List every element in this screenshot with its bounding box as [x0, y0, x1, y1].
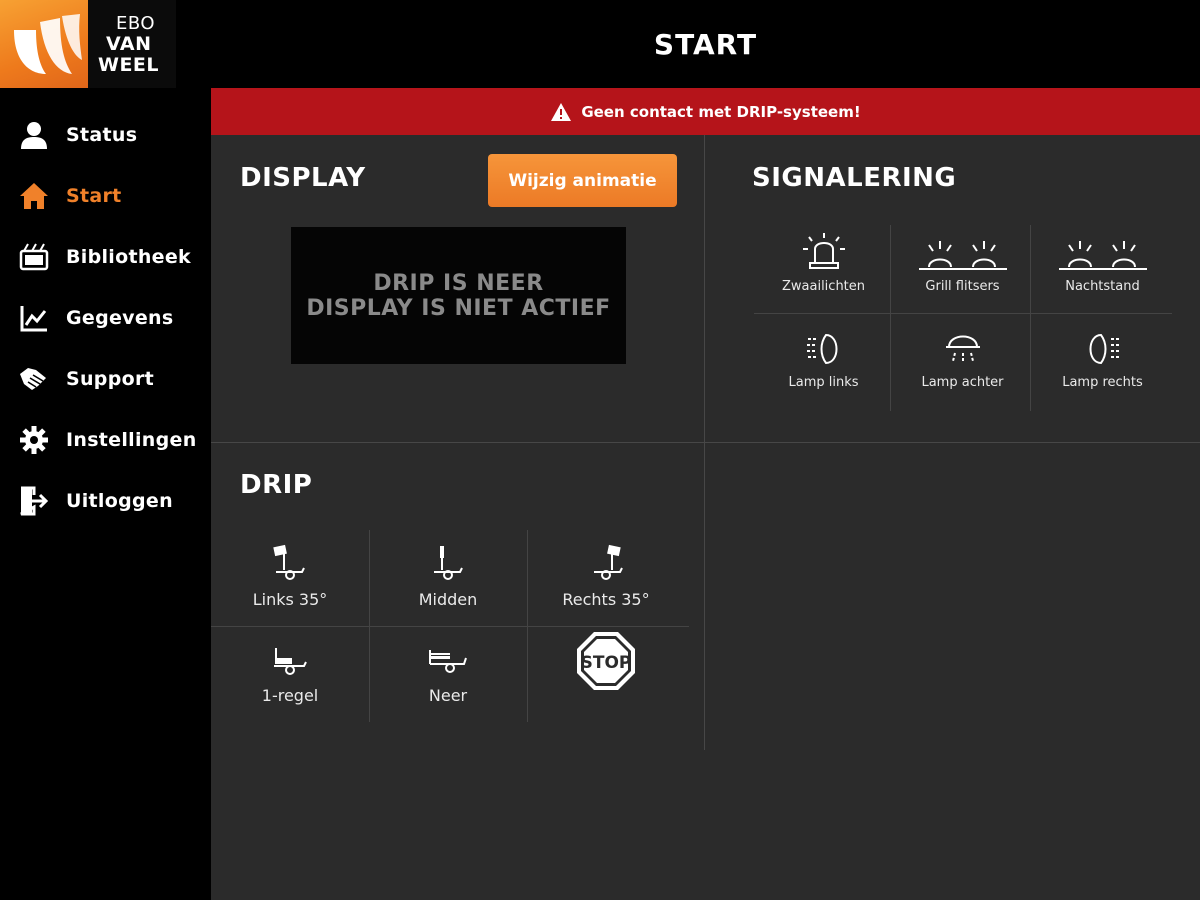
sidebar-item-label: Instellingen	[66, 428, 197, 451]
handshake-icon	[18, 363, 50, 395]
signal-label: Lamp links	[788, 375, 859, 390]
signal-grill-flitsers[interactable]: Grill flitsers	[893, 223, 1032, 316]
sidebar-item-bibliotheek[interactable]: Bibliotheek	[0, 226, 211, 287]
sidebar-item-label: Gegevens	[66, 306, 174, 329]
lamp-right-icon	[1083, 319, 1123, 367]
sidebar-item-instellingen[interactable]: Instellingen	[0, 409, 211, 470]
page-title: START	[653, 27, 758, 61]
sidebar-item-support[interactable]: Support	[0, 348, 211, 409]
drip-links-35[interactable]: Links 35°	[211, 530, 369, 626]
signal-label: Lamp achter	[921, 375, 1004, 390]
beacon-icon	[801, 223, 847, 271]
drip-left-icon	[270, 530, 310, 582]
night-mode-icon	[1057, 223, 1149, 271]
display-preview: DRIP IS NEER DISPLAY IS NIET ACTIEF	[291, 227, 626, 364]
warning-icon	[551, 102, 572, 121]
signal-label: Lamp rechts	[1062, 375, 1143, 390]
top-header: START	[211, 0, 1200, 88]
sidebar-nav: Status Start Bibliotheek Gegevens Suppor…	[0, 104, 211, 531]
signal-zwaailichten[interactable]: Zwaailichten	[754, 223, 893, 316]
drip-label: Links 35°	[252, 590, 328, 609]
drip-one-line-icon	[270, 626, 310, 678]
drip-stop-button[interactable]: STOP	[527, 626, 685, 722]
brand-wordmark: EBO VAN WEEL	[88, 0, 176, 88]
drip-label: Neer	[428, 686, 468, 705]
display-title: DISPLAY	[240, 163, 366, 193]
brand-logo: EBO VAN WEEL	[0, 0, 176, 88]
logo-mark-icon	[0, 0, 88, 88]
signalering-grid: Zwaailichten Grill flitsers Nachtstand L…	[754, 223, 1172, 413]
stop-sign-text: STOP	[581, 653, 632, 673]
signal-label: Zwaailichten	[781, 279, 866, 294]
signal-lamp-rechts[interactable]: Lamp rechts	[1033, 319, 1172, 412]
alert-message: Geen contact met DRIP-systeem!	[581, 102, 861, 121]
drip-title: DRIP	[240, 470, 313, 500]
sidebar-item-label: Uitloggen	[66, 489, 173, 512]
chart-icon	[18, 302, 50, 334]
display-screen-line2: DISPLAY IS NIET ACTIEF	[306, 295, 611, 321]
signal-nachtstand[interactable]: Nachtstand	[1033, 223, 1172, 316]
library-icon	[18, 241, 50, 273]
drip-middle-icon	[428, 530, 468, 582]
stop-sign-icon: STOP	[575, 626, 637, 696]
signal-lamp-links[interactable]: Lamp links	[754, 319, 893, 412]
change-animation-button[interactable]: Wijzig animatie	[488, 154, 677, 207]
sidebar-item-label: Start	[66, 184, 122, 207]
signal-label: Grill flitsers	[925, 279, 1000, 294]
drip-neer[interactable]: Neer	[369, 626, 527, 722]
sidebar-item-gegevens[interactable]: Gegevens	[0, 287, 211, 348]
drip-1-regel[interactable]: 1-regel	[211, 626, 369, 722]
drip-label: 1-regel	[261, 686, 319, 705]
drip-label: Rechts 35°	[562, 590, 650, 609]
grill-flash-icon	[917, 223, 1009, 271]
sidebar-item-label: Status	[66, 123, 138, 146]
signalering-title: SIGNALERING	[752, 163, 957, 193]
sidebar-item-label: Bibliotheek	[66, 245, 191, 268]
sidebar-item-start[interactable]: Start	[0, 165, 211, 226]
brand-line1: EBO	[116, 12, 156, 34]
gear-icon	[18, 424, 50, 456]
sidebar: EBO VAN WEEL Status Start Bibliotheek Ge…	[0, 0, 211, 900]
signal-label: Nachtstand	[1065, 279, 1140, 294]
main-content: DISPLAY Wijzig animatie DRIP IS NEER DIS…	[211, 135, 1200, 900]
brand-line2: VAN	[106, 32, 152, 55]
brand-line3: WEEL	[98, 53, 160, 76]
logout-icon	[18, 485, 50, 517]
drip-midden[interactable]: Midden	[369, 530, 527, 626]
drip-right-icon	[586, 530, 626, 582]
display-screen-line1: DRIP IS NEER	[373, 270, 544, 296]
home-icon	[18, 180, 50, 212]
sidebar-item-status[interactable]: Status	[0, 104, 211, 165]
user-icon	[18, 119, 50, 151]
lamp-left-icon	[804, 319, 844, 367]
drip-rechts-35[interactable]: Rechts 35°	[527, 530, 685, 626]
sidebar-item-uitloggen[interactable]: Uitloggen	[0, 470, 211, 531]
panel-divider-horizontal	[211, 442, 1200, 443]
sidebar-item-label: Support	[66, 367, 155, 390]
drip-grid: Links 35° Midden Rechts 35° 1-regel Neer	[211, 530, 691, 722]
drip-down-icon	[426, 626, 470, 678]
lamp-rear-icon	[943, 319, 983, 367]
alert-banner: Geen contact met DRIP-systeem!	[211, 88, 1200, 135]
signal-lamp-achter[interactable]: Lamp achter	[893, 319, 1032, 412]
drip-label: Midden	[418, 590, 478, 609]
